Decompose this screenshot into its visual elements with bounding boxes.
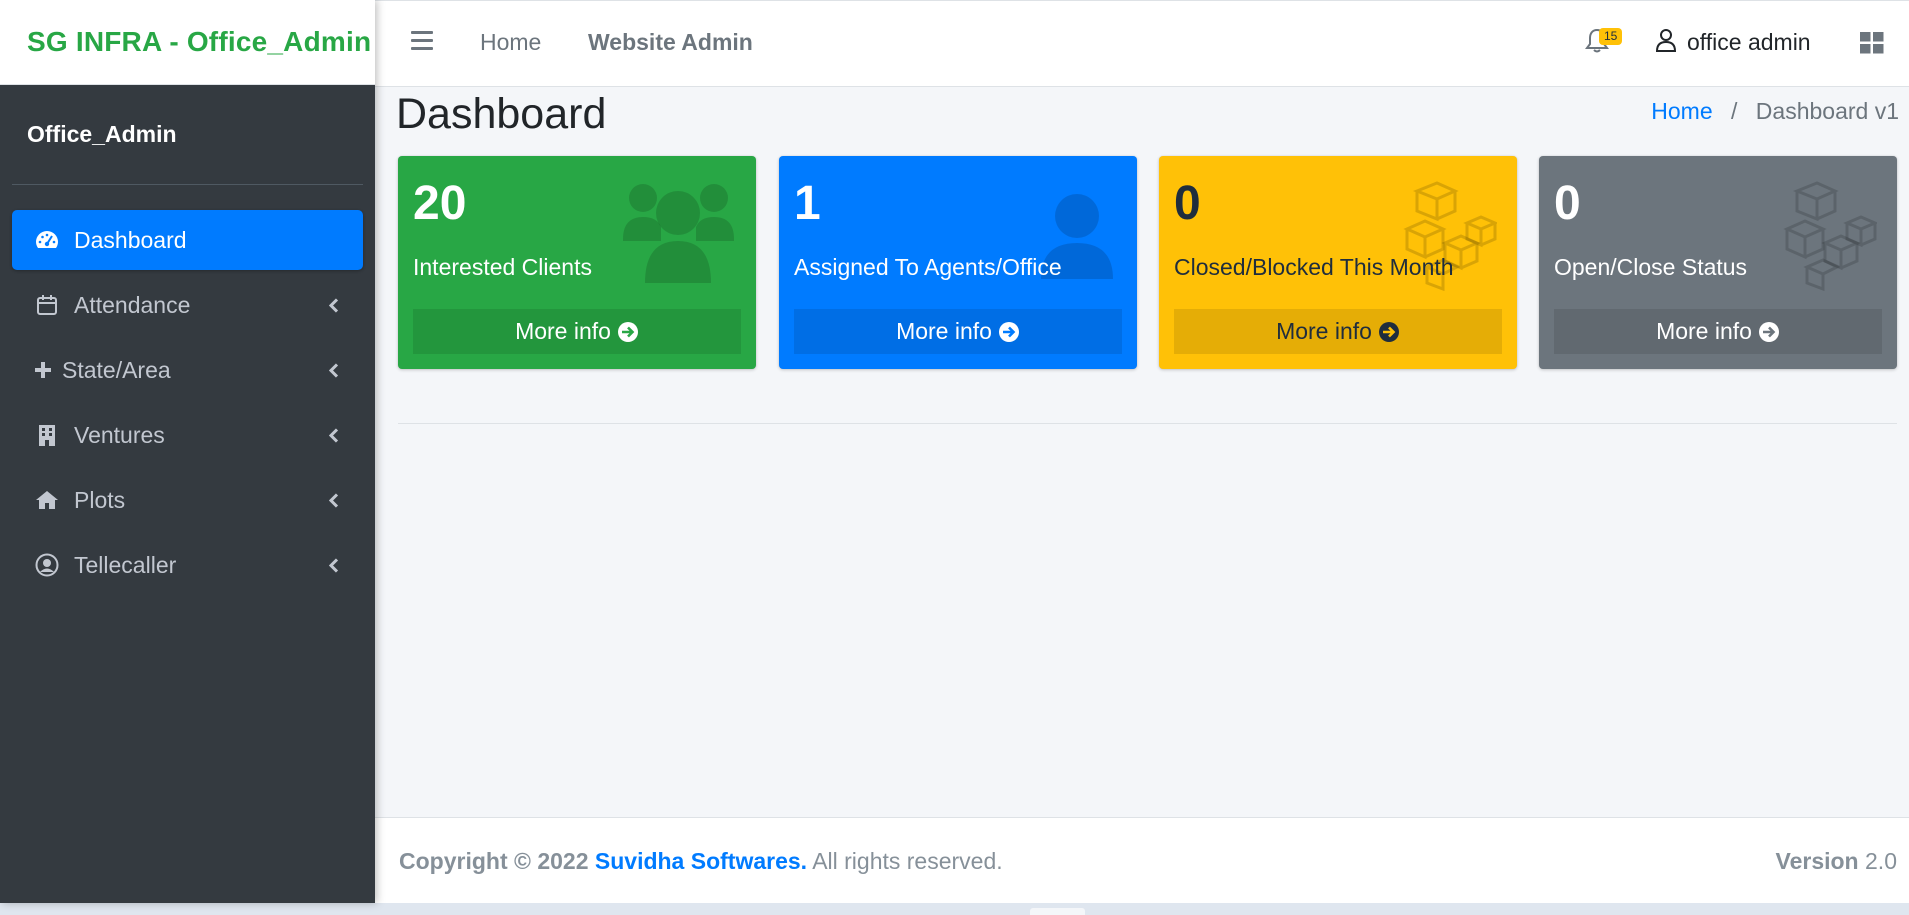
breadcrumb-home-link[interactable]: Home	[1651, 98, 1712, 124]
taskbar-tab[interactable]	[1030, 908, 1085, 915]
footer-copyright: Copyright © 2022 Suvidha Softwares. All …	[399, 848, 1003, 875]
sidebar-item-label: Tellecaller	[74, 551, 177, 578]
stat-count: 20	[413, 177, 467, 230]
more-info-label: More info	[1656, 318, 1752, 344]
notification-badge: 15	[1599, 28, 1623, 45]
top-navbar: Home Website Admin 15 office admin	[375, 0, 1909, 87]
stat-label: Assigned To Agents/Office	[794, 254, 1062, 280]
nav-link-website-admin[interactable]: Website Admin	[588, 29, 753, 56]
more-info-link[interactable]: More info	[1554, 309, 1882, 354]
cubes-icon	[1777, 181, 1879, 296]
stat-box-interested-clients: 20 Interested Clients More info	[398, 156, 756, 369]
sidebar-item-tellecaller[interactable]: Tellecaller	[12, 535, 363, 595]
user-icon	[1655, 28, 1677, 57]
arrow-circle-right-icon	[998, 321, 1020, 343]
grid-apps-icon[interactable]	[1860, 32, 1884, 59]
tachometer-icon	[34, 227, 60, 253]
rights-text: All rights reserved.	[812, 848, 1003, 874]
breadcrumb-separator: /	[1731, 98, 1738, 124]
users-icon	[621, 181, 736, 291]
breadcrumb: Home / Dashboard v1	[1651, 98, 1899, 125]
breadcrumb-current: Dashboard v1	[1755, 98, 1899, 124]
plus-icon	[34, 357, 52, 383]
company-link[interactable]: Suvidha Softwares.	[595, 848, 807, 874]
sidebar-item-attendance[interactable]: Attendance	[12, 275, 363, 335]
menu-toggle-icon[interactable]	[411, 31, 433, 55]
home-icon	[34, 487, 60, 513]
more-info-link[interactable]: More info	[794, 309, 1122, 354]
chevron-left-icon	[328, 487, 339, 514]
stat-count: 1	[794, 177, 821, 230]
brand-title: SG INFRA - Office_Admin	[27, 26, 372, 57]
stat-label: Closed/Blocked This Month	[1174, 254, 1454, 280]
sidebar-item-ventures[interactable]: Ventures	[12, 405, 363, 465]
more-info-link[interactable]: More info	[1174, 309, 1502, 354]
sidebar-item-label: Attendance	[74, 291, 191, 318]
stat-count: 0	[1174, 177, 1201, 230]
chevron-left-icon	[328, 422, 339, 449]
page-title: Dashboard	[396, 90, 607, 138]
building-icon	[34, 422, 60, 448]
version-label: Version	[1775, 848, 1859, 874]
more-info-label: More info	[896, 318, 992, 344]
chevron-left-icon	[328, 552, 339, 579]
main-footer: Copyright © 2022 Suvidha Softwares. All …	[375, 817, 1909, 903]
stat-box-closed-blocked: 0 Closed/Blocked This Month More info	[1159, 156, 1517, 369]
sidebar-item-dashboard[interactable]: Dashboard	[12, 210, 363, 270]
arrow-circle-right-icon	[617, 321, 639, 343]
user-menu[interactable]: office admin	[1655, 28, 1811, 57]
sidebar: SG INFRA - Office_Admin Office_Admin Das…	[0, 0, 375, 903]
stat-count: 0	[1554, 177, 1581, 230]
stat-box-open-close-status: 0 Open/Close Status More info	[1539, 156, 1897, 369]
sidebar-nav: Dashboard Attendance State/Area Ventures…	[0, 185, 375, 595]
user-panel: Office_Admin	[12, 85, 363, 185]
chevron-left-icon	[328, 357, 339, 384]
more-info-label: More info	[1276, 318, 1372, 344]
user-menu-name: office admin	[1687, 29, 1811, 55]
sidebar-item-label: State/Area	[62, 356, 171, 383]
footer-version: Version 2.0	[1776, 848, 1897, 875]
stat-label: Open/Close Status	[1554, 254, 1748, 280]
user-circle-icon	[34, 552, 60, 578]
sidebar-item-plots[interactable]: Plots	[12, 470, 363, 530]
sidebar-item-state-area[interactable]: State/Area	[12, 340, 363, 400]
nav-link-home[interactable]: Home	[480, 29, 541, 56]
stat-label: Interested Clients	[413, 254, 592, 280]
sidebar-item-label: Ventures	[74, 421, 165, 448]
copyright-text: Copyright © 2022	[399, 848, 589, 874]
more-info-link[interactable]: More info	[413, 309, 741, 354]
content-divider	[398, 423, 1897, 424]
version-number: 2.0	[1865, 848, 1897, 874]
stat-box-assigned-agents: 1 Assigned To Agents/Office More info	[779, 156, 1137, 369]
more-info-label: More info	[515, 318, 611, 344]
taskbar-strip	[0, 903, 1909, 915]
chevron-left-icon	[328, 292, 339, 319]
sidebar-item-label: Dashboard	[74, 226, 187, 253]
calendar-icon	[34, 292, 60, 318]
sidebar-item-label: Plots	[74, 486, 126, 513]
brand-link[interactable]: SG INFRA - Office_Admin	[0, 0, 375, 85]
sidebar-user-name[interactable]: Office_Admin	[27, 121, 177, 148]
arrow-circle-right-icon	[1378, 321, 1400, 343]
arrow-circle-right-icon	[1758, 321, 1780, 343]
